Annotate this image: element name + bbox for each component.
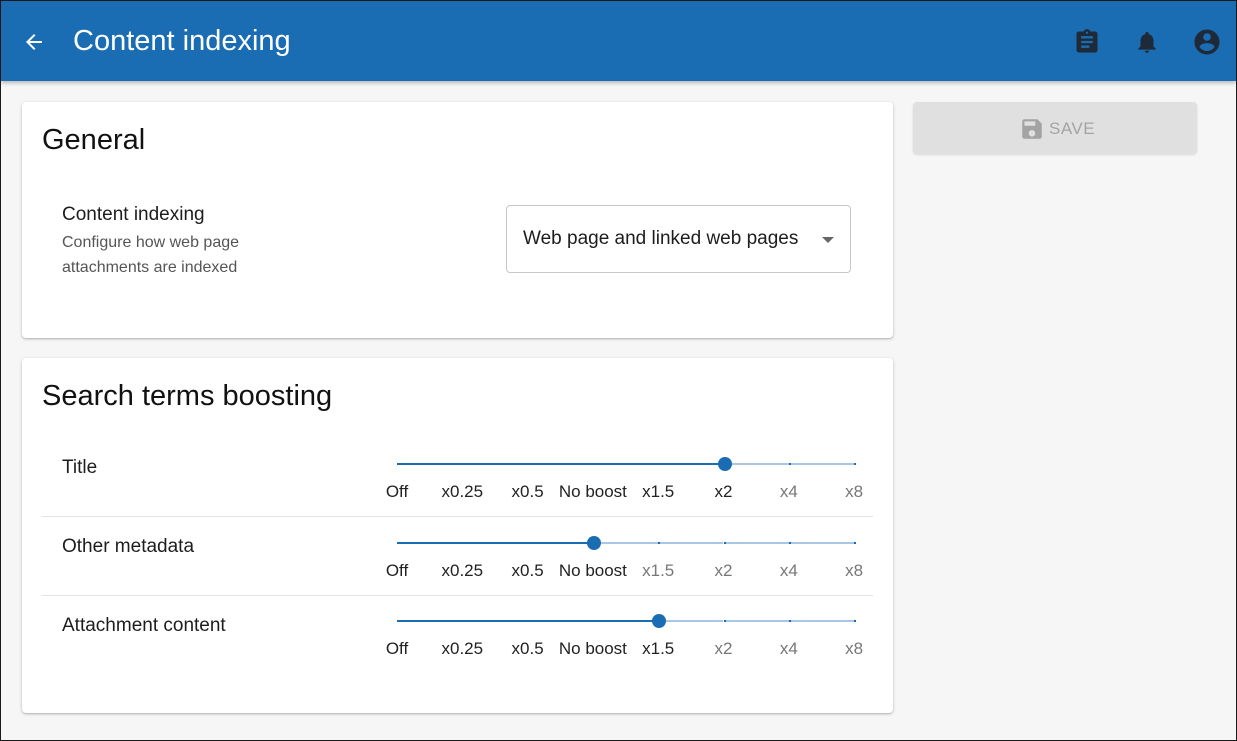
slider-tick: [527, 620, 530, 622]
slider-track-segment: [660, 542, 724, 544]
slider-track-segment: [399, 463, 463, 465]
row-divider: [42, 516, 873, 517]
slider-track-segment: [399, 542, 463, 544]
tasks-button[interactable]: [1072, 27, 1102, 57]
slider-tick: [788, 463, 791, 465]
slider-tick: [592, 463, 595, 465]
slider-tick-label: x0.5: [511, 561, 544, 580]
slider-track-segment: [594, 620, 659, 622]
account-circle-icon: [1194, 29, 1220, 55]
arrow-left-icon: [26, 34, 42, 50]
slider-tick-label: x2: [714, 561, 733, 580]
slider-tick: [854, 542, 857, 544]
slider-track-segment: [725, 620, 789, 622]
slider-tick-label: x2: [714, 639, 733, 658]
content-indexing-label: Content indexing: [62, 204, 205, 225]
slider-tick-label: x1.5: [642, 482, 675, 501]
slider-tick: [854, 463, 857, 465]
boost-slider[interactable]: Off x0.25 x0.5 No boost x1.5 x2 x4 x8: [386, 536, 863, 592]
slider-tick-label: Off: [385, 639, 409, 658]
row-label-title: Title: [62, 457, 98, 478]
slider-tick-label: x8: [845, 639, 864, 658]
slider-tick-label: Off: [385, 561, 409, 580]
slider-tick: [462, 542, 465, 544]
slider-track-segment: [529, 463, 593, 465]
slider-tick: [592, 620, 595, 622]
slider-tick: [658, 542, 661, 544]
slider-tick: [527, 463, 530, 465]
slider-track-segment: [790, 542, 855, 544]
slider-tick-label: x4: [779, 561, 798, 580]
save-label: SAVE: [1049, 119, 1096, 138]
slider-track-segment: [594, 542, 659, 544]
row-divider: [42, 595, 873, 596]
slider-track-segment: [725, 463, 789, 465]
boosting-card: Search terms boosting Title Off x0.25 x0.5…: [22, 358, 893, 713]
slider-track-segment: [399, 620, 463, 622]
clipboard-icon: [1076, 29, 1098, 53]
slider-tick-label: x0.5: [511, 482, 544, 501]
slider-track-segment: [529, 620, 593, 622]
slider-tick: [462, 463, 465, 465]
slider-tick-label: x0.5: [511, 639, 544, 658]
slider-tick: [788, 620, 791, 622]
slider-tick-label: No boost: [558, 482, 627, 501]
slider-tick: [788, 542, 791, 544]
slider-track-segment: [790, 463, 855, 465]
content-indexing-description: Configure how web page attachments are i…: [62, 234, 240, 276]
slider-track-segment: [464, 620, 528, 622]
content-indexing-select[interactable]: Web page and linked web pages: [506, 205, 851, 273]
slider-tick-label: x2: [714, 482, 733, 501]
slider-tick: [397, 542, 399, 544]
slider-tick-label: Off: [385, 482, 409, 501]
slider-track-segment: [594, 463, 659, 465]
general-title: General: [42, 124, 146, 156]
slider-tick-label: x8: [845, 561, 864, 580]
row-label-other-metadata: Other metadata: [62, 536, 195, 557]
boost-slider[interactable]: Off x0.25 x0.5 No boost x1.5 x2 x4 x8: [386, 614, 863, 670]
slider-tick-label: x0.25: [441, 639, 484, 658]
slider-tick-label: x1.5: [642, 639, 675, 658]
slider-tick: [658, 463, 661, 465]
dropdown-arrow-icon: [822, 237, 834, 243]
app-bar: Content indexing: [1, 1, 1236, 81]
slider-tick-label: No boost: [558, 561, 627, 580]
slider-track-segment: [790, 620, 855, 622]
slider-tick: [397, 620, 399, 622]
slider-tick-label: x4: [779, 482, 798, 501]
boosting-title: Search terms boosting: [42, 380, 333, 412]
row-label-attachment-content: Attachment content: [62, 615, 226, 636]
slider-tick: [397, 463, 399, 465]
slider-tick: [723, 620, 726, 622]
page-title: Content indexing: [73, 25, 291, 57]
notifications-button[interactable]: [1132, 27, 1162, 57]
slider-tick: [854, 620, 857, 622]
slider-tick: [527, 542, 530, 544]
slider-tick: [462, 620, 465, 622]
slider-track-segment: [660, 463, 724, 465]
slider-tick-label: x1.5: [642, 561, 675, 580]
boost-slider[interactable]: Off x0.25 x0.5 No boost x1.5 x2 x4 x8: [386, 457, 863, 513]
slider-tick-label: x0.25: [441, 561, 484, 580]
slider-track-segment: [660, 620, 724, 622]
slider-thumb[interactable]: [652, 614, 667, 628]
account-button[interactable]: [1192, 27, 1222, 57]
save-button[interactable]: SAVE: [913, 102, 1197, 154]
slider-track-segment: [464, 463, 528, 465]
slider-track-segment: [529, 542, 593, 544]
floppy-disk-icon: [1022, 119, 1042, 139]
slider-track-segment: [725, 542, 789, 544]
slider-tick: [723, 542, 726, 544]
slider-tick-label: x4: [779, 639, 798, 658]
slider-tick-label: x0.25: [441, 482, 484, 501]
general-card: General Content indexing Configure how w…: [22, 102, 893, 338]
slider-tick-label: No boost: [558, 639, 627, 658]
select-value: Web page and linked web pages: [523, 228, 799, 249]
slider-thumb[interactable]: [717, 457, 732, 471]
slider-tick-label: x8: [845, 482, 864, 501]
slider-track-segment: [464, 542, 528, 544]
slider-thumb[interactable]: [586, 536, 601, 550]
bell-icon: [1138, 31, 1156, 53]
back-button[interactable]: [19, 27, 49, 57]
